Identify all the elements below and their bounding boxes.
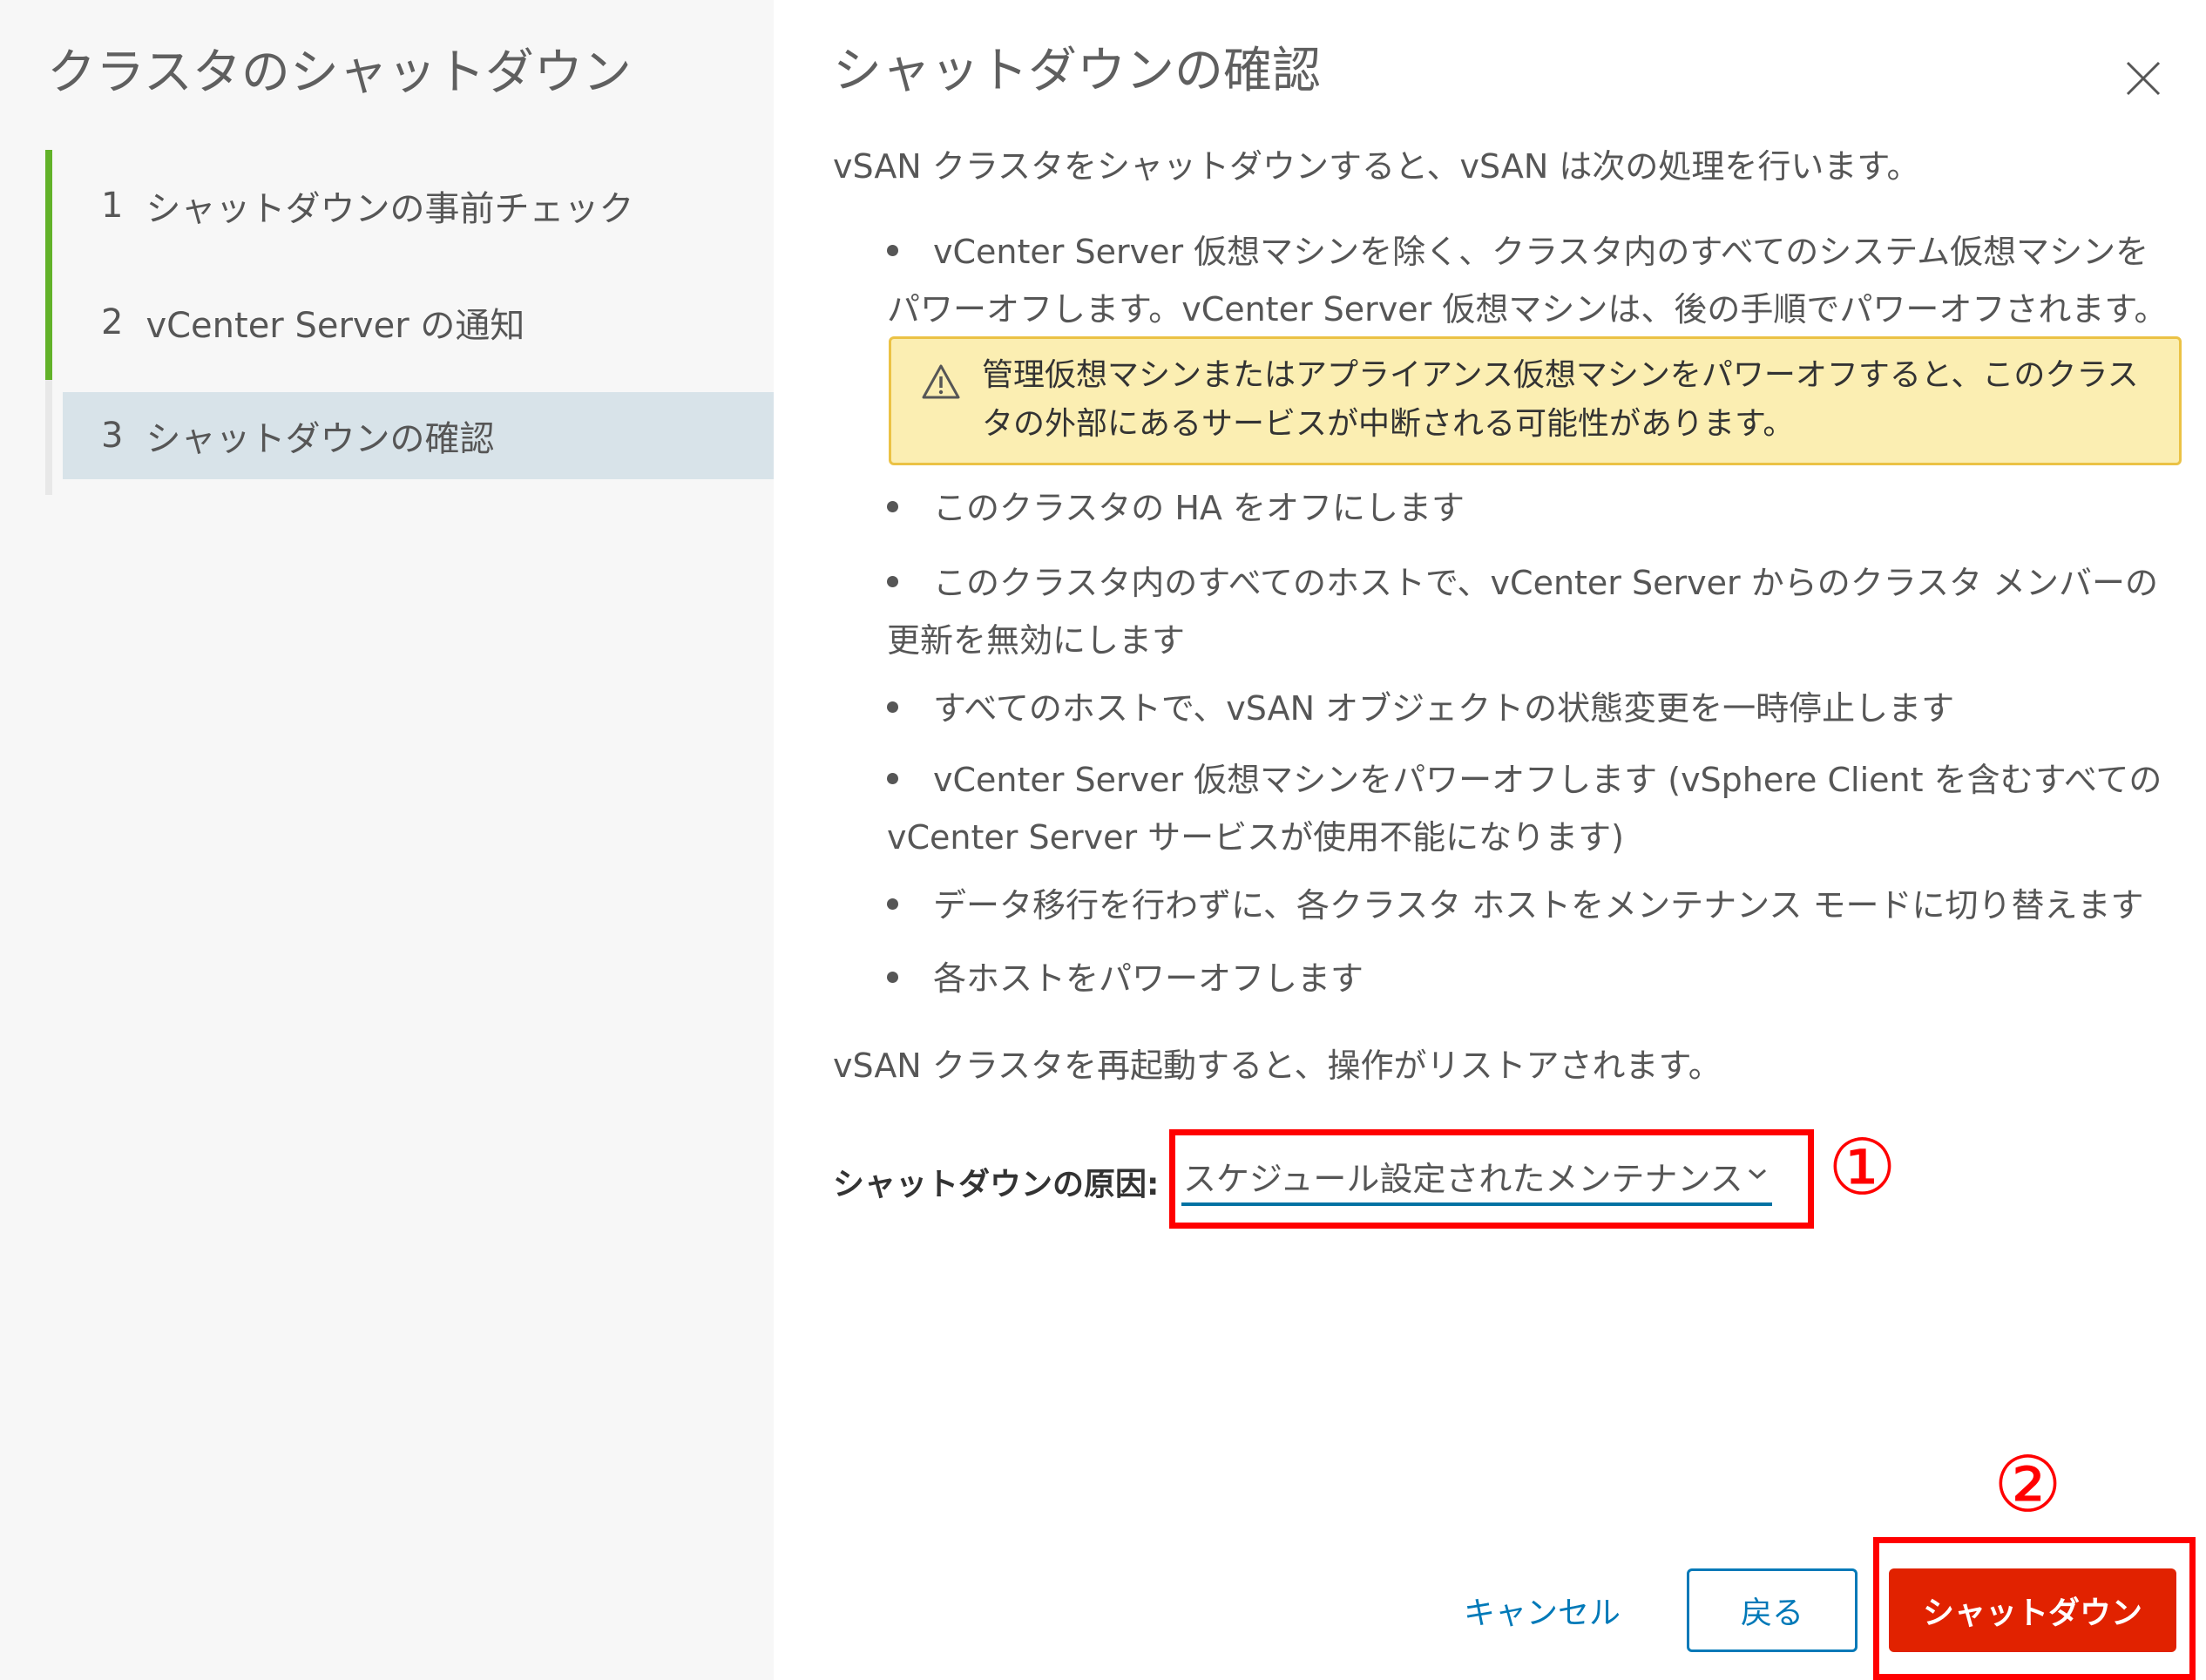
intro-text: vSAN クラスタをシャットダウンすると、vSAN は次の処理を行います。 [833,147,1920,186]
step-number: 2 [101,302,124,342]
shutdown-reason-value: スケジュール設定されたメンテナンス [1183,1159,1743,1198]
step-label: シャットダウンの事前チェック [145,189,634,229]
wizard-sidebar: クラスタのシャットダウン 1 シャットダウンの事前チェック 2 vCenter … [0,0,774,1680]
page-title: シャットダウンの確認 [833,43,1321,99]
shutdown-reason-label: シャットダウンの原因: [833,1167,1160,1202]
outro-text: vSAN クラスタを再起動すると、操作がリストアされます。 [833,1047,1722,1085]
list-item-text: 各ホストをパワーオフします [933,959,1364,998]
warning-text: 管理仮想マシンまたはアプライアンス仮想マシンをパワーオフすると、このクラスタの外… [982,357,2139,442]
step-number: 1 [101,186,124,226]
list-item: このクラスタの HA をオフにします [887,479,2171,537]
shutdown-button[interactable]: シャットダウン [1889,1568,2176,1652]
step-vcenter-notify[interactable]: 2 vCenter Server の通知 [63,279,774,366]
bullet-icon [887,245,898,256]
shutdown-reason-select[interactable]: スケジュール設定されたメンテナンス [1181,1148,1772,1206]
list-item-text: このクラスタの HA をオフにします [933,489,1465,527]
list-item: すべてのホストで、vSAN オブジェクトの状態変更を一時停止します [887,680,2171,737]
list-item: このクラスタ内のすべてのホストで、vCenter Server からのクラスタ … [887,554,2171,669]
list-item-text: このクラスタ内のすべてのホストで、vCenter Server からのクラスタ … [887,564,2159,660]
list-item-text: データ移行を行わずに、各クラスタ ホストをメンテナンス モードに切り替えます [933,886,2144,925]
list-item-text: すべてのホストで、vSAN オブジェクトの状態変更を一時停止します [933,689,1955,728]
steps-progress-bar [45,150,52,380]
cancel-button[interactable]: キャンセル [1455,1568,1629,1652]
step-precheck[interactable]: 1 シャットダウンの事前チェック [63,162,774,249]
step-label: vCenter Server の通知 [145,306,525,346]
list-item: 各ホストをパワーオフします [887,950,2171,1007]
list-item: vCenter Server 仮想マシンをパワーオフします (vSphere C… [887,751,2171,866]
wizard-title: クラスタのシャットダウン [47,44,632,101]
list-item-text: vCenter Server 仮想マシンを除く、クラスタ内のすべてのシステム仮想… [887,233,2168,329]
chevron-down-icon [1749,1169,1766,1180]
bullet-icon [887,576,898,587]
bullet-icon [887,898,898,910]
bullet-icon [887,501,898,512]
bullet-icon [887,701,898,713]
annotation-marker-1: ① [1828,1122,1897,1212]
back-button[interactable]: 戻る [1687,1568,1858,1652]
warning-alert: 管理仮想マシンまたはアプライアンス仮想マシンをパワーオフすると、このクラスタの外… [889,336,2182,465]
bullet-icon [887,773,898,784]
list-item: vCenter Server 仮想マシンを除く、クラスタ内のすべてのシステム仮想… [887,223,2171,338]
list-item: データ移行を行わずに、各クラスタ ホストをメンテナンス モードに切り替えます [887,877,2171,934]
list-item-text: vCenter Server 仮想マシンをパワーオフします (vSphere C… [887,761,2162,857]
warning-icon [922,364,960,399]
step-confirm[interactable]: 3 シャットダウンの確認 [63,392,774,479]
bullet-icon [887,972,898,983]
step-number: 3 [101,416,124,456]
annotation-marker-2: ② [1993,1440,2062,1529]
close-icon[interactable] [2119,54,2168,103]
step-label: シャットダウンの確認 [145,419,495,459]
